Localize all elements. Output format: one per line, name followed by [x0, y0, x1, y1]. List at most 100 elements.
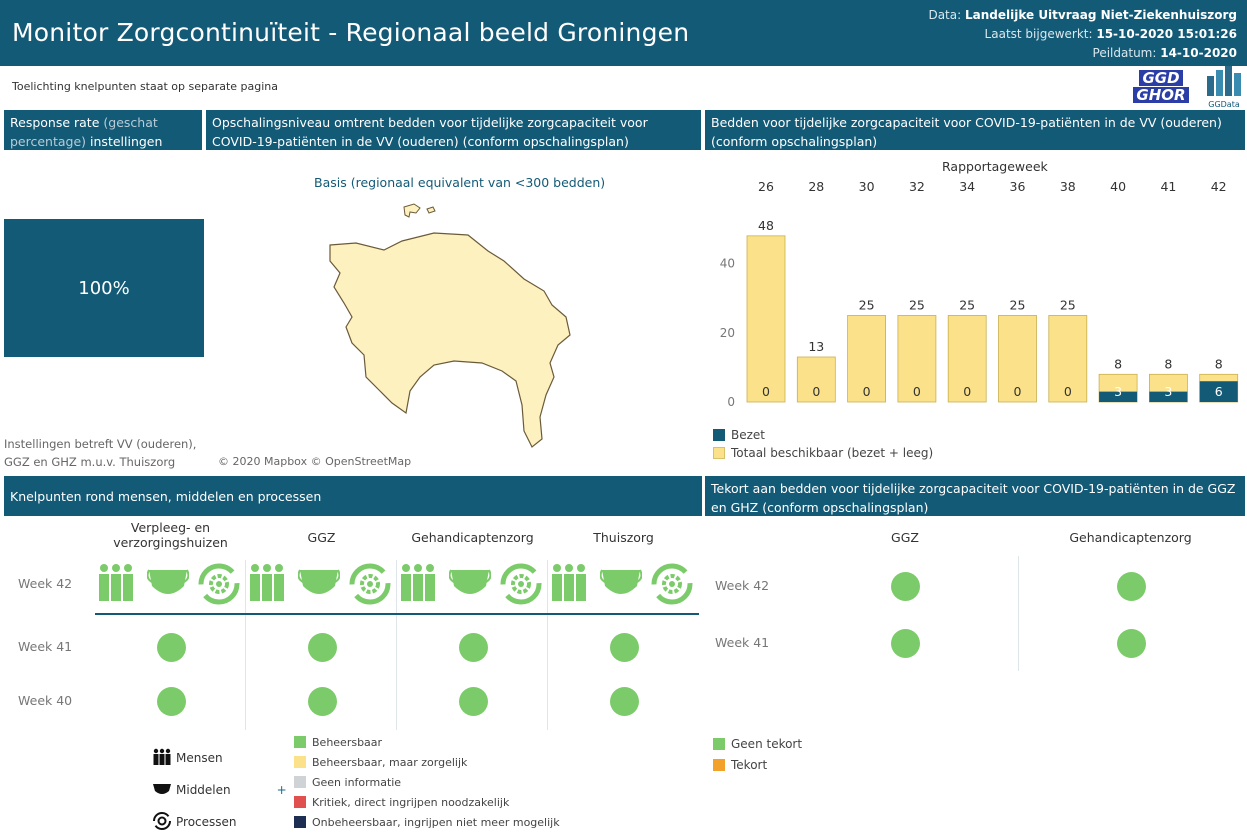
bar-bezet-label: 0 — [913, 384, 921, 399]
legend-plus[interactable]: + — [277, 783, 287, 797]
map-attribution[interactable]: © 2020 Mapbox © OpenStreetMap — [218, 455, 411, 468]
people-icon[interactable] — [97, 562, 135, 606]
ghor-logo-text: GHOR — [1133, 87, 1189, 103]
tekort-legend-swatch — [713, 738, 725, 750]
map-island-2[interactable] — [426, 206, 436, 214]
y-tick-label: 0 — [727, 395, 735, 409]
status-legend-item[interactable]: Onbeheersbaar, ingrijpen niet meer mogel… — [294, 816, 560, 835]
week-tick-label: 40 — [1110, 179, 1126, 194]
status-legend-item[interactable]: Beheersbaar, maar zorgelijk — [294, 756, 560, 776]
gear-cycle-icon[interactable] — [348, 562, 392, 610]
status-legend-item[interactable]: Beheersbaar — [294, 736, 560, 756]
tekort-status-dot[interactable] — [1116, 572, 1146, 601]
ggdata-bars-icon — [1207, 66, 1241, 96]
map-level-label: Basis (regionaal equivalent van <300 bed… — [314, 175, 606, 190]
bar-total[interactable] — [746, 235, 786, 403]
peildatum-value: 14-10-2020 — [1160, 46, 1237, 60]
response-rate-subject: instellingen — [90, 134, 163, 149]
status-legend-label: Onbeheersbaar, ingrijpen niet meer mogel… — [312, 816, 560, 829]
legend-middelen: Middelen + — [152, 774, 287, 806]
status-legend-item[interactable]: Geen informatie — [294, 776, 560, 796]
week-label: Week 41 — [18, 639, 73, 654]
gear-cycle-icon[interactable] — [499, 562, 543, 610]
column-header: GGZ — [307, 530, 336, 545]
status-dot[interactable] — [156, 633, 186, 662]
week-label: Week 40 — [18, 693, 73, 708]
tekort-status-dot[interactable] — [891, 572, 920, 601]
legend-mensen: Mensen — [152, 742, 287, 774]
week-separator — [95, 613, 699, 615]
tekort-legend: Geen tekort Tekort — [713, 737, 802, 779]
tekort-status-dot[interactable] — [891, 629, 920, 658]
people-icon — [152, 748, 172, 769]
legend-label-middelen: Middelen — [176, 783, 231, 797]
week-tick-label: 42 — [1211, 179, 1227, 194]
bar-total-label: 25 — [959, 297, 975, 312]
people-icon[interactable] — [248, 562, 286, 606]
response-rate-title: Response rate — [10, 115, 100, 130]
gear-cycle-icon[interactable] — [650, 562, 694, 610]
mask-icon[interactable] — [146, 562, 190, 606]
legend-label-bezet: Bezet — [731, 428, 766, 442]
people-icon[interactable] — [550, 562, 588, 606]
last-updated: Laatst bijgewerkt: 15-10-2020 15:01:26 — [985, 27, 1237, 41]
tekort-status-dot[interactable] — [1116, 629, 1146, 658]
status-legend-item[interactable]: Kritiek, direct ingrijpen noodzakelijk — [294, 796, 560, 816]
status-dot[interactable] — [307, 687, 337, 716]
legend-item-bezet[interactable]: Bezet — [713, 428, 933, 442]
week-tick-label: 36 — [1010, 179, 1026, 194]
status-legend-swatch — [294, 736, 306, 748]
groningen-province-shape[interactable] — [329, 232, 571, 448]
week-label: Week 42 — [18, 576, 73, 591]
legend-processen: Processen — [152, 806, 287, 835]
bar-bezet-label: 3 — [1164, 384, 1172, 399]
week-tick-label: 38 — [1060, 179, 1076, 194]
bar-total-label: 8 — [1215, 356, 1223, 371]
knelpunten-grid: Verpleeg- en verzorgingshuizen GGZ Gehandi… — [4, 516, 702, 730]
peildatum-label: Peildatum: — [1092, 46, 1157, 60]
mask-icon[interactable] — [599, 562, 643, 606]
status-dot[interactable] — [458, 687, 488, 716]
map-header: Opschalingsniveau omtrent bedden voor ti… — [206, 110, 701, 150]
gear-cycle-icon[interactable] — [197, 562, 241, 610]
people-icon[interactable] — [399, 562, 437, 606]
legend-swatch-totaal — [713, 447, 725, 459]
ggdata-logo-text: GGData — [1208, 100, 1240, 109]
column-header: Verpleeg- en verzorgingshuizen — [113, 520, 228, 550]
status-dot[interactable] — [156, 687, 186, 716]
ggd-logo-text: GGD — [1139, 70, 1183, 86]
column-divider — [1018, 556, 1019, 671]
map-island-1[interactable] — [403, 203, 421, 218]
legend-item-totaal[interactable]: Totaal beschikbaar (bezet + leeg) — [713, 446, 933, 460]
tekort-legend-item[interactable]: Tekort — [713, 758, 802, 779]
chart-header: Bedden voor tijdelijke zorgcapaciteit vo… — [705, 110, 1245, 150]
data-source-value: Landelijke Uitvraag Niet-Ziekenhuiszorg — [964, 8, 1237, 22]
bar-total-label: 25 — [909, 297, 925, 312]
bar-total-label: 48 — [758, 218, 774, 233]
bar-bezet-label: 0 — [812, 384, 820, 399]
mask-icon[interactable] — [448, 562, 492, 606]
tekort-legend-swatch — [713, 759, 725, 771]
status-dot[interactable] — [609, 633, 639, 662]
status-dot[interactable] — [458, 633, 488, 662]
explanation-note[interactable]: Toelichting knelpunten staat op separate… — [12, 80, 278, 93]
week-label: Week 42 — [715, 578, 770, 593]
week-tick-label: 32 — [909, 179, 925, 194]
legend-label-processen: Processen — [176, 815, 237, 829]
status-dot[interactable] — [609, 687, 639, 716]
chart-legend: Bezet Totaal beschikbaar (bezet + leeg) — [713, 428, 933, 460]
tekort-legend-item[interactable]: Geen tekort — [713, 737, 802, 758]
groningen-map[interactable] — [206, 195, 701, 460]
bar-bezet-label: 0 — [863, 384, 871, 399]
y-tick-label: 40 — [720, 257, 735, 271]
icon-legend: Mensen Middelen + Processen — [152, 742, 287, 835]
ggd-ghor-logo: GGD GHOR — [1133, 70, 1203, 104]
legend-label-totaal: Totaal beschikbaar (bezet + leeg) — [731, 446, 934, 460]
status-dot[interactable] — [307, 633, 337, 662]
bar-total-label: 8 — [1114, 356, 1122, 371]
status-legend: Beheersbaar Beheersbaar, maar zorgelijk Ge… — [294, 736, 560, 835]
response-footnote-2: GGZ en GHZ m.u.v. Thuiszorg — [4, 455, 176, 469]
mask-icon[interactable] — [297, 562, 341, 606]
page-title: Monitor Zorgcontinuïteit - Regionaal bee… — [12, 18, 690, 47]
status-legend-swatch — [294, 796, 306, 808]
